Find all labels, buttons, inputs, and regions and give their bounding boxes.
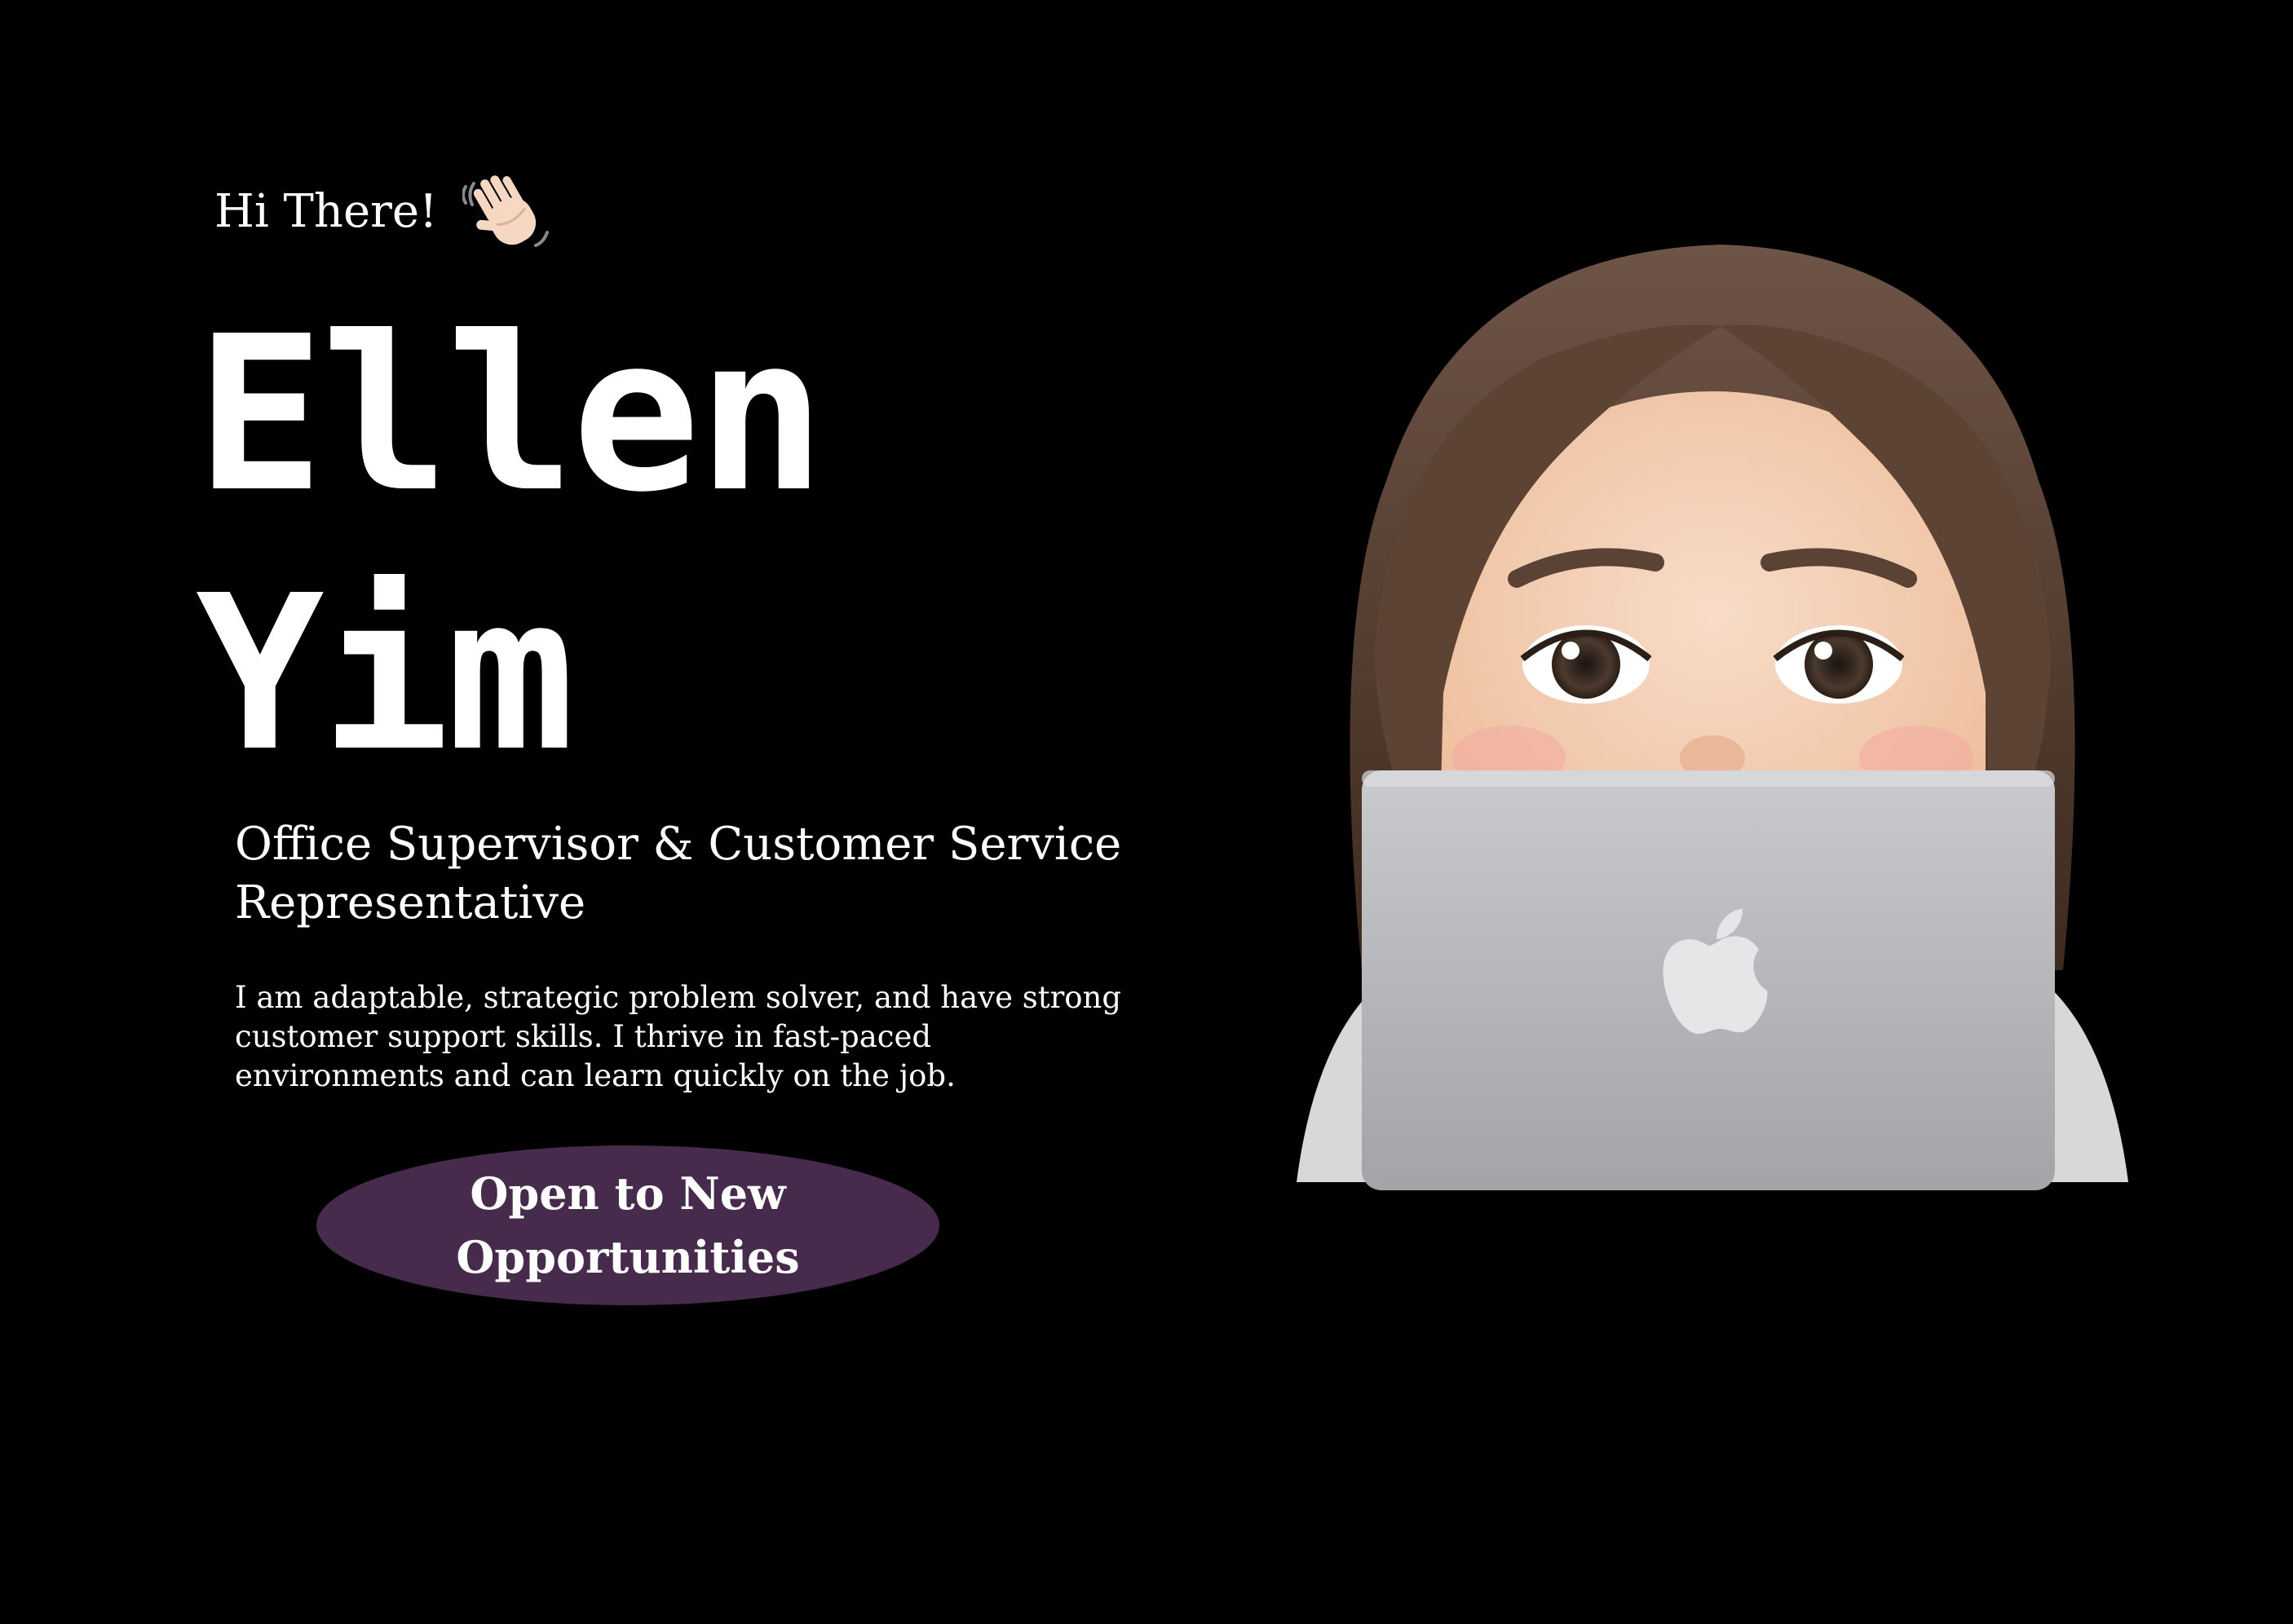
greeting: Hi There! xyxy=(214,167,552,257)
full-name: Ellen Yim xyxy=(196,285,826,804)
greeting-text: Hi There! xyxy=(214,185,438,238)
job-title: Office Supervisor & Customer Service Rep… xyxy=(235,818,1122,929)
waving-hand-icon xyxy=(461,167,552,257)
first-name: Ellen xyxy=(196,290,826,539)
memoji-laptop-avatar-icon xyxy=(1297,236,2128,1190)
bio-text: I am adaptable, strategic problem solver… xyxy=(235,980,1122,1093)
open-to-opportunities-button[interactable]: Open to New Opportunities xyxy=(316,1145,939,1305)
last-name: Yim xyxy=(196,549,575,798)
